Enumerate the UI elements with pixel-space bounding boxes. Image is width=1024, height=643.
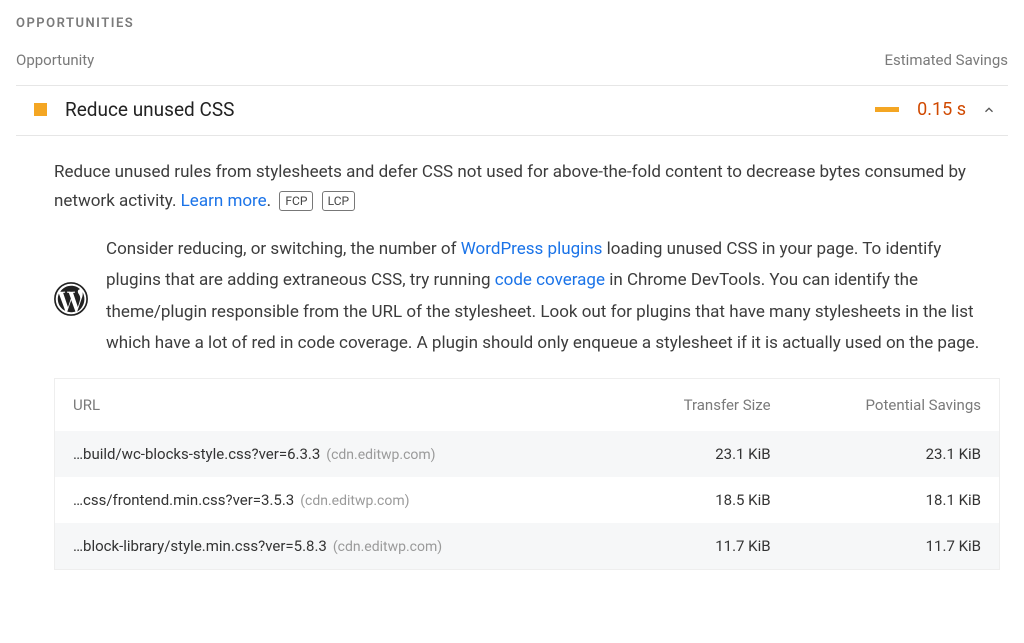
cell-potential: 18.1 KiB xyxy=(789,477,999,523)
opportunities-heading: OPPORTUNITIES xyxy=(16,16,1008,31)
cell-potential: 23.1 KiB xyxy=(789,431,999,477)
chevron-up-icon xyxy=(982,103,996,117)
cell-transfer: 18.5 KiB xyxy=(618,477,789,523)
table-header-url: URL xyxy=(55,379,618,431)
table-header-transfer: Transfer Size xyxy=(618,379,789,431)
cell-url: …block-library/style.min.css?ver=5.8.3 (c… xyxy=(55,523,618,569)
url-domain: (cdn.editwp.com) xyxy=(326,447,435,463)
metric-tag-lcp: LCP xyxy=(322,191,355,211)
severity-marker-icon xyxy=(34,103,47,116)
column-savings-label: Estimated Savings xyxy=(885,51,1009,69)
savings-value: 0.15 s xyxy=(917,99,966,120)
cell-url: …build/wc-blocks-style.css?ver=6.3.3 (cdn… xyxy=(55,431,618,477)
code-coverage-link[interactable]: code coverage xyxy=(495,270,605,290)
table-row: …build/wc-blocks-style.css?ver=6.3.3 (cdn… xyxy=(55,431,999,477)
url-path: …block-library/style.min.css?ver=5.8.3 xyxy=(73,537,327,555)
savings-bar-icon xyxy=(875,107,899,112)
advice-part1: Consider reducing, or switching, the num… xyxy=(106,239,461,259)
resources-table: URL Transfer Size Potential Savings …bui… xyxy=(54,378,1000,570)
opportunity-description: Reduce unused rules from stylesheets and… xyxy=(16,136,1008,216)
column-headers: Opportunity Estimated Savings xyxy=(16,51,1008,77)
url-domain: (cdn.editwp.com) xyxy=(333,539,442,555)
url-path: …css/frontend.min.css?ver=3.5.3 xyxy=(73,491,294,509)
metric-tag-fcp: FCP xyxy=(279,191,313,211)
description-period: . xyxy=(267,191,271,211)
table-header-potential: Potential Savings xyxy=(789,379,999,431)
table-row: …css/frontend.min.css?ver=3.5.3 (cdn.edit… xyxy=(55,477,999,523)
advice-text: Consider reducing, or switching, the num… xyxy=(106,234,1000,360)
wordpress-icon xyxy=(54,282,88,316)
opportunity-title: Reduce unused CSS xyxy=(65,98,875,121)
column-opportunity-label: Opportunity xyxy=(16,51,94,69)
cell-potential: 11.7 KiB xyxy=(789,523,999,569)
cell-url: …css/frontend.min.css?ver=3.5.3 (cdn.edit… xyxy=(55,477,618,523)
url-domain: (cdn.editwp.com) xyxy=(300,493,409,509)
opportunity-row[interactable]: Reduce unused CSS 0.15 s xyxy=(16,85,1008,136)
table-row: …block-library/style.min.css?ver=5.8.3 (c… xyxy=(55,523,999,569)
cell-transfer: 11.7 KiB xyxy=(618,523,789,569)
cell-transfer: 23.1 KiB xyxy=(618,431,789,477)
url-path: …build/wc-blocks-style.css?ver=6.3.3 xyxy=(73,445,320,463)
wordpress-plugins-link[interactable]: WordPress plugins xyxy=(461,239,603,259)
learn-more-link[interactable]: Learn more xyxy=(181,191,267,211)
